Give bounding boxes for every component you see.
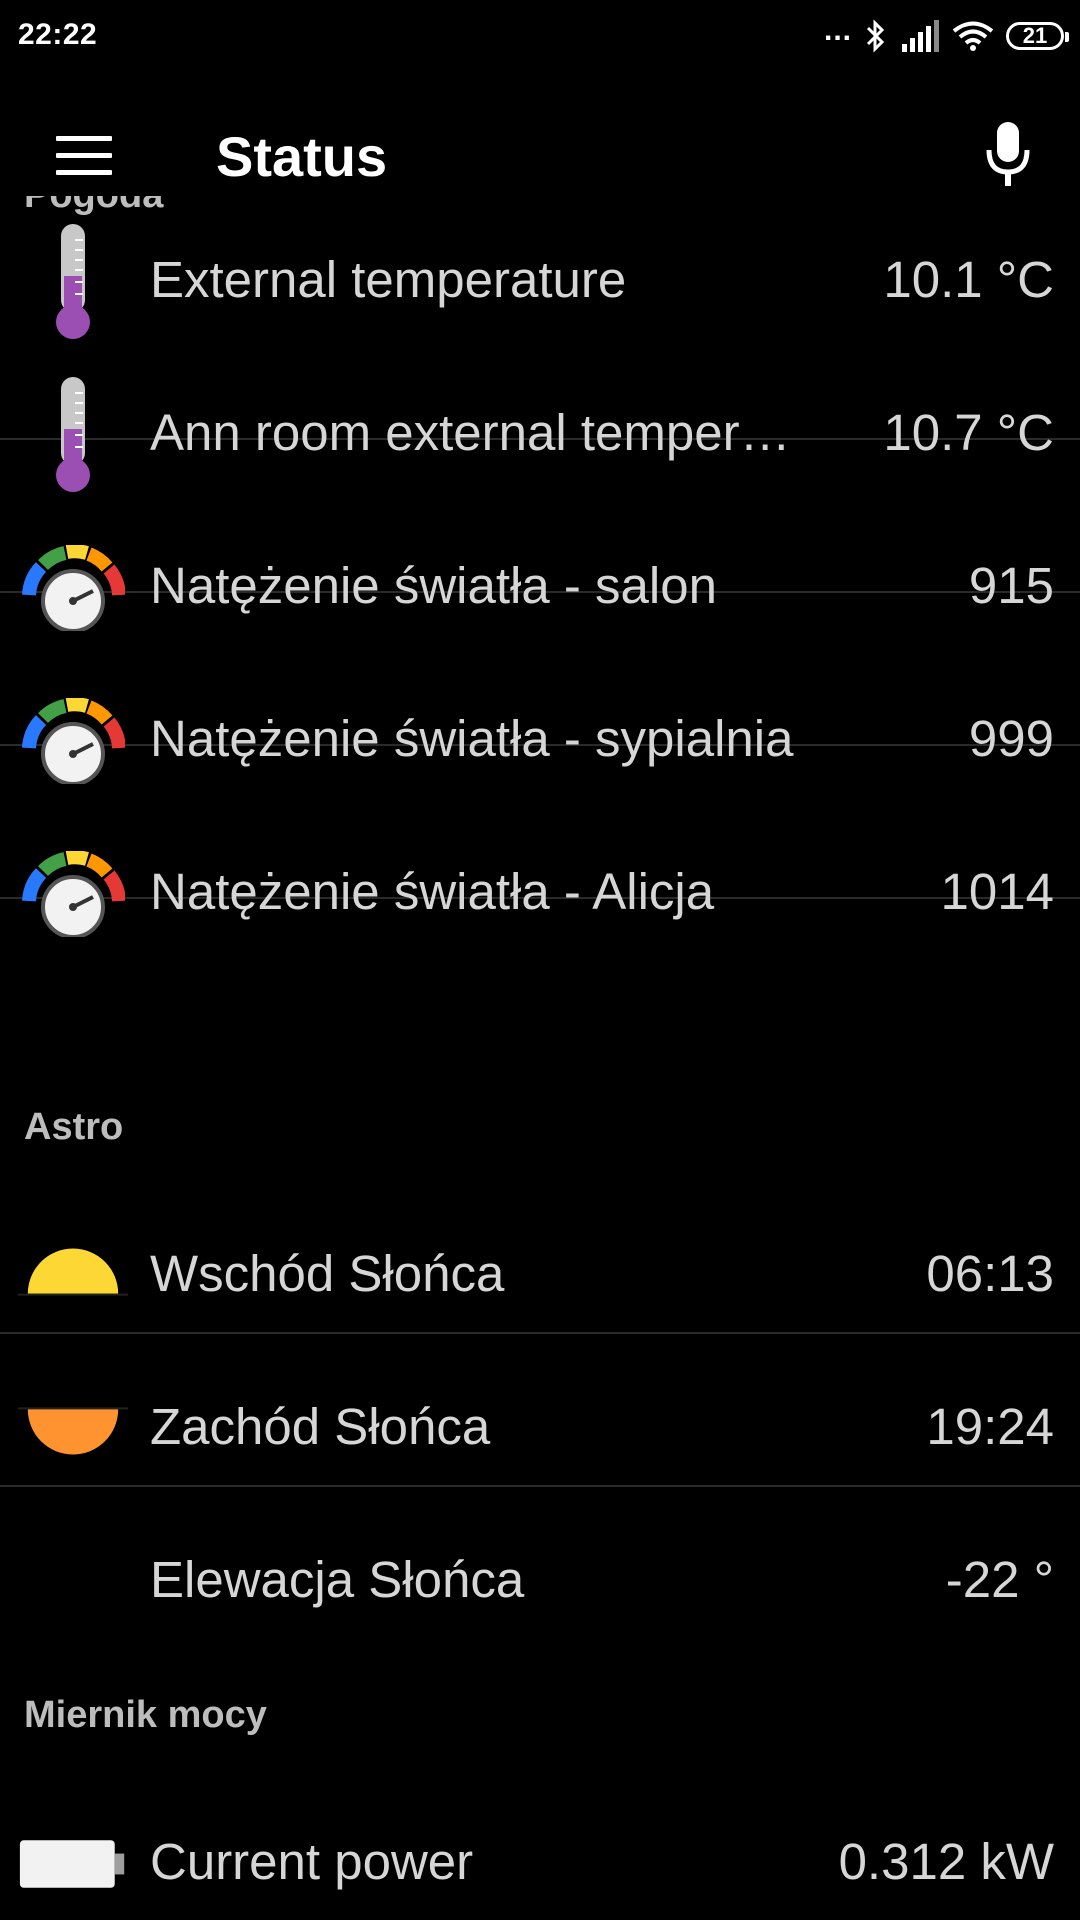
item-label: Wschód Słońca <box>150 1245 505 1302</box>
list-item[interactable]: External temperature 10.1 °C <box>0 206 1080 358</box>
list-item[interactable]: Natężenie światła - salon 915 <box>0 512 1080 664</box>
divider <box>0 1485 1080 1487</box>
status-list[interactable]: Pogoda External temperature 10.1 °C <box>0 196 1080 1920</box>
signal-icon <box>902 20 939 52</box>
light-meter-icon <box>18 844 128 944</box>
item-value: -22 ° <box>945 1551 1054 1608</box>
list-item[interactable]: Zachód Słońca 19:24 <box>0 1353 1080 1505</box>
battery-level: 21 <box>1022 23 1048 48</box>
item-value: 915 <box>968 557 1054 614</box>
more-notifications-icon: ... <box>823 14 852 47</box>
item-label: Natężenie światła - Alicja <box>150 863 715 920</box>
section-header-miernik-mocy: Miernik mocy <box>24 1694 267 1736</box>
item-label: Natężenie światła - sypialnia <box>150 710 794 767</box>
item-value: 19:24 <box>926 1398 1054 1455</box>
clock: 22:22 <box>18 18 98 51</box>
battery-power-icon <box>18 1814 128 1914</box>
item-label: External temperature <box>150 251 627 308</box>
item-label: Natężenie światła - salon <box>150 557 717 614</box>
divider <box>0 1332 1080 1334</box>
light-meter-icon <box>18 538 128 638</box>
bluetooth-icon <box>866 19 885 53</box>
item-value: 06:13 <box>926 1245 1054 1302</box>
thermometer-icon <box>18 377 128 492</box>
sunset-icon <box>18 1379 128 1479</box>
item-label: Elewacja Słońca <box>150 1551 525 1608</box>
list-item[interactable]: Wschód Słońca 06:13 <box>0 1200 1080 1352</box>
hamburger-menu-icon[interactable] <box>56 134 112 176</box>
item-label: Current power <box>150 1833 474 1890</box>
list-item[interactable]: Elewacja Słońca -22 ° <box>0 1506 1080 1658</box>
item-value: 0.312 kW <box>838 1833 1054 1890</box>
light-meter-icon <box>18 691 128 791</box>
item-value: 999 <box>968 710 1054 767</box>
item-label: Ann room external temper… <box>150 404 791 461</box>
list-item[interactable]: Ann room external temper… 10.7 °C <box>0 359 1080 511</box>
wifi-icon <box>952 21 994 51</box>
item-value: 10.7 °C <box>883 404 1054 461</box>
item-value: 10.1 °C <box>883 251 1054 308</box>
thermometer-icon <box>18 224 128 339</box>
section-header-astro: Astro <box>24 1106 124 1148</box>
list-item[interactable]: Natężenie światła - Alicja 1014 <box>0 818 1080 970</box>
item-value: 1014 <box>940 863 1054 920</box>
sunrise-icon <box>18 1226 128 1326</box>
status-bar: 22:22 ... 21 <box>0 0 1080 72</box>
microphone-icon[interactable] <box>984 122 1032 192</box>
item-label: Zachód Słońca <box>150 1398 491 1455</box>
list-item[interactable]: Current power 0.312 kW <box>0 1788 1080 1920</box>
battery-icon: 21 <box>1006 22 1069 50</box>
list-item[interactable]: Natężenie światła - sypialnia 999 <box>0 665 1080 817</box>
status-icons: ... 21 <box>823 14 1069 56</box>
page-title: Status <box>216 125 388 188</box>
